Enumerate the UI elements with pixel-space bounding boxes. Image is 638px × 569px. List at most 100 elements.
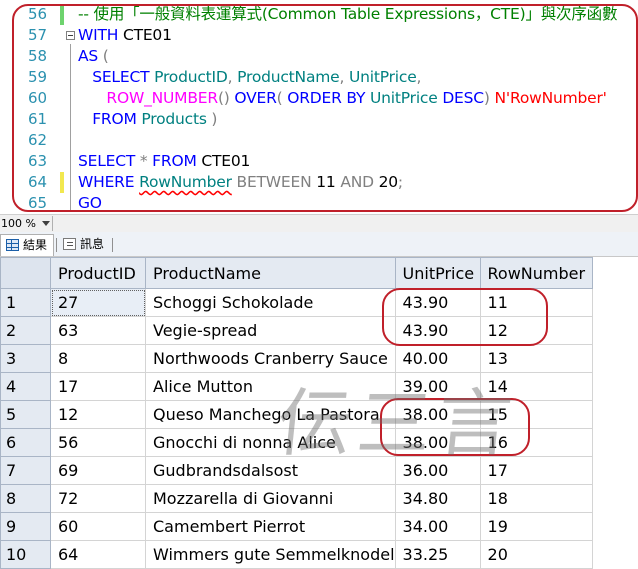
cell-rownumber[interactable]: 17 — [479, 456, 593, 485]
row-header[interactable]: 9 — [0, 512, 51, 541]
code-token: RowNumber — [139, 173, 232, 191]
row-header[interactable]: 8 — [0, 484, 51, 513]
table-row[interactable]: 9 60 Camembert Pierrot 34.00 19 — [0, 512, 593, 541]
code-line[interactable]: 56 -- 使用「一般資料表運算式(Common Table Expression… — [0, 4, 638, 25]
result-tabs: 結果 訊息 — [0, 232, 638, 257]
cell-unitprice[interactable]: 34.00 — [394, 512, 481, 541]
column-header-productid[interactable]: ProductID — [50, 257, 146, 289]
code-token: ) — [483, 89, 495, 107]
cell-rownumber[interactable]: 12 — [479, 316, 593, 345]
zoom-level[interactable]: 100 % — [0, 215, 36, 232]
row-header[interactable]: 10 — [0, 540, 51, 569]
row-header[interactable]: 1 — [0, 288, 51, 317]
table-row[interactable]: 1 27 Schoggi Schokolade 43.90 11 — [0, 288, 593, 317]
cell-rownumber[interactable]: 11 — [479, 288, 593, 317]
row-header[interactable]: 4 — [0, 372, 51, 401]
code-token: ) — [206, 110, 218, 128]
code-token: WITH — [78, 26, 123, 44]
cell-rownumber[interactable]: 18 — [479, 484, 593, 513]
table-row[interactable]: 2 63 Vegie-spread 43.90 12 — [0, 316, 593, 345]
cell-unitprice[interactable]: 43.90 — [394, 288, 481, 317]
table-row[interactable]: 8 72 Mozzarella di Giovanni 34.80 18 — [0, 484, 593, 513]
table-row[interactable]: 4 17 Alice Mutton 39.00 14 — [0, 372, 593, 401]
code-line[interactable]: 57 WITH CTE01 — [0, 25, 638, 46]
table-row[interactable]: 6 56 Gnocchi di nonna Alice 38.00 16 — [0, 428, 593, 457]
cell-productname[interactable]: Vegie-spread — [145, 316, 396, 345]
column-header-productname[interactable]: ProductName — [145, 257, 396, 289]
cell-productname[interactable]: Mozzarella di Giovanni — [145, 484, 396, 513]
cell-productname[interactable]: Wimmers gute Semmelknodel — [145, 540, 396, 569]
code-token: ROW_NUMBER — [106, 89, 218, 107]
results-grid[interactable]: ProductID ProductName UnitPrice RowNumbe… — [0, 257, 638, 569]
table-row[interactable]: 5 12 Queso Manchego La Pastora 38.00 15 — [0, 400, 593, 429]
zoom-dropdown-icon[interactable] — [42, 221, 50, 226]
cell-productid[interactable]: 27 — [50, 288, 146, 317]
cell-productid[interactable]: 12 — [50, 400, 146, 429]
cell-unitprice[interactable]: 43.90 — [394, 316, 481, 345]
row-header[interactable]: 2 — [0, 316, 51, 345]
cell-productname[interactable]: Gnocchi di nonna Alice — [145, 428, 396, 457]
cell-productname[interactable]: Gudbrandsdalsost — [145, 456, 396, 485]
column-header-unitprice[interactable]: UnitPrice — [394, 257, 481, 289]
cell-productname[interactable]: Schoggi Schokolade — [145, 288, 396, 317]
cell-rownumber[interactable]: 16 — [479, 428, 593, 457]
tab-results[interactable]: 結果 — [0, 234, 55, 256]
row-header[interactable]: 5 — [0, 400, 51, 429]
code-token: AND — [340, 173, 379, 191]
cell-productid[interactable]: 60 — [50, 512, 146, 541]
code-token: , — [227, 68, 238, 86]
sql-editor[interactable]: 56 -- 使用「一般資料表運算式(Common Table Expression… — [0, 0, 638, 214]
code-token: GO — [78, 194, 102, 212]
table-row[interactable]: 7 69 Gudbrandsdalsost 36.00 17 — [0, 456, 593, 485]
cell-rownumber[interactable]: 13 — [479, 344, 593, 373]
cell-productid[interactable]: 56 — [50, 428, 146, 457]
code-line[interactable]: 62 — [0, 130, 638, 151]
table-row[interactable]: 10 64 Wimmers gute Semmelknodel 33.25 20 — [0, 540, 593, 569]
code-text: WHERE RowNumber BETWEEN 11 AND 20; — [78, 172, 403, 193]
cell-rownumber[interactable]: 19 — [479, 512, 593, 541]
cell-unitprice[interactable]: 39.00 — [394, 372, 481, 401]
tab-messages-label: 訊息 — [80, 237, 105, 251]
cell-productid[interactable]: 63 — [50, 316, 146, 345]
row-header[interactable]: 3 — [0, 344, 51, 373]
column-header-rownumber[interactable]: RowNumber — [479, 257, 593, 289]
code-token: CTE01 — [201, 152, 251, 170]
cell-unitprice[interactable]: 38.00 — [394, 400, 481, 429]
cell-productname[interactable]: Northwoods Cranberry Sauce — [145, 344, 396, 373]
cell-productname[interactable]: Queso Manchego La Pastora — [145, 400, 396, 429]
cell-unitprice[interactable]: 36.00 — [394, 456, 481, 485]
cell-productid[interactable]: 8 — [50, 344, 146, 373]
cell-unitprice[interactable]: 40.00 — [394, 344, 481, 373]
cell-rownumber[interactable]: 15 — [479, 400, 593, 429]
cell-rownumber[interactable]: 14 — [479, 372, 593, 401]
cell-rownumber[interactable]: 20 — [479, 540, 593, 569]
cell-productid[interactable]: 72 — [50, 484, 146, 513]
code-line[interactable]: 60 ROW_NUMBER() OVER( ORDER BY UnitPrice… — [0, 88, 638, 109]
line-number: 57 — [28, 26, 48, 44]
cell-unitprice[interactable]: 38.00 — [394, 428, 481, 457]
line-number: 58 — [28, 47, 48, 65]
code-line[interactable]: 61 FROM Products ) — [0, 109, 638, 130]
row-header[interactable]: 7 — [0, 456, 51, 485]
tab-messages[interactable]: 訊息 — [58, 234, 110, 255]
change-marker — [60, 172, 64, 193]
code-token: AS — [78, 47, 103, 65]
line-number: 62 — [28, 131, 48, 149]
row-header[interactable]: 6 — [0, 428, 51, 457]
code-line[interactable]: 65 GO — [0, 193, 638, 214]
code-line[interactable]: 58 AS ( — [0, 46, 638, 67]
code-line[interactable]: 63 SELECT * FROM CTE01 — [0, 151, 638, 172]
cell-productid[interactable]: 17 — [50, 372, 146, 401]
cell-productname[interactable]: Camembert Pierrot — [145, 512, 396, 541]
cell-unitprice[interactable]: 33.25 — [394, 540, 481, 569]
grid-corner[interactable] — [0, 257, 51, 289]
cell-productid[interactable]: 64 — [50, 540, 146, 569]
cell-productid[interactable]: 69 — [50, 456, 146, 485]
code-line[interactable]: 59 SELECT ProductID, ProductName, UnitPr… — [0, 67, 638, 88]
line-number: 56 — [28, 5, 48, 23]
code-line[interactable]: 64 WHERE RowNumber BETWEEN 11 AND 20; — [0, 172, 638, 193]
table-row[interactable]: 3 8 Northwoods Cranberry Sauce 40.00 13 — [0, 344, 593, 373]
cell-productname[interactable]: Alice Mutton — [145, 372, 396, 401]
cell-unitprice[interactable]: 34.80 — [394, 484, 481, 513]
collapse-icon[interactable] — [66, 31, 75, 40]
